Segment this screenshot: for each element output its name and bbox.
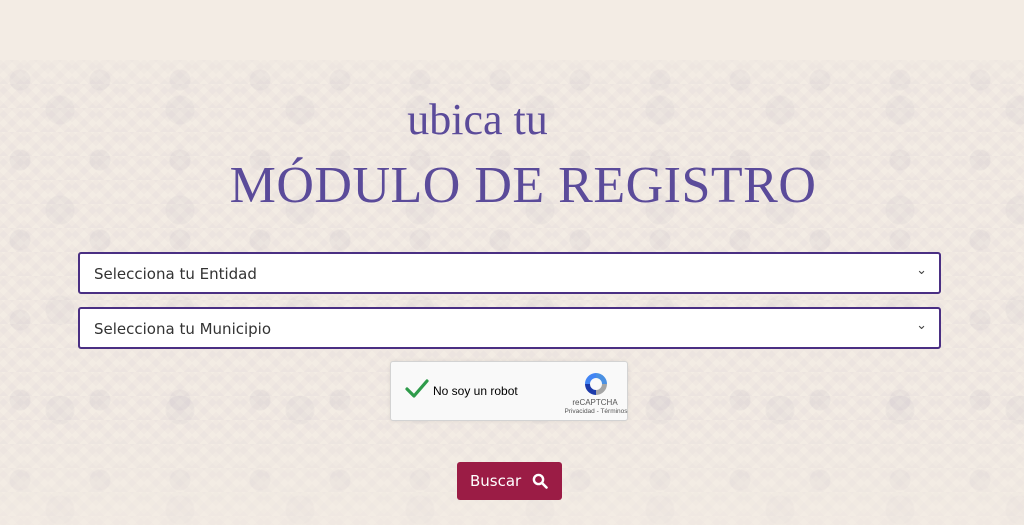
recaptcha-links[interactable]: Privacidad - Términos: [551, 408, 641, 415]
municipio-select-value: Selecciona tu Municipio: [94, 320, 272, 338]
recaptcha-logo-icon: [585, 373, 607, 395]
chevron-down-icon: ⌄: [916, 318, 927, 333]
buscar-button[interactable]: Buscar: [457, 462, 562, 500]
search-icon: [532, 473, 548, 489]
municipio-select[interactable]: Selecciona tu Municipio ⌄: [78, 307, 941, 349]
page-content: ubica tu MÓDULO DE REGISTRO Selecciona t…: [0, 0, 1024, 525]
recaptcha-brand: reCAPTCHA: [572, 398, 618, 407]
heading-modulo-de-registro: MÓDULO DE REGISTRO: [229, 157, 817, 214]
heading-ubica-tu: ubica tu: [407, 95, 548, 144]
entidad-select-value: Selecciona tu Entidad: [94, 265, 257, 283]
recaptcha-widget: No soy un robot reCAPTCHA Privacidad - T…: [390, 361, 628, 421]
entidad-select[interactable]: Selecciona tu Entidad ⌄: [78, 252, 941, 294]
recaptcha-label: No soy un robot: [433, 384, 518, 398]
recaptcha-checkmark-icon[interactable]: [403, 375, 431, 403]
chevron-down-icon: ⌄: [916, 263, 927, 278]
buscar-button-label: Buscar: [470, 472, 522, 490]
